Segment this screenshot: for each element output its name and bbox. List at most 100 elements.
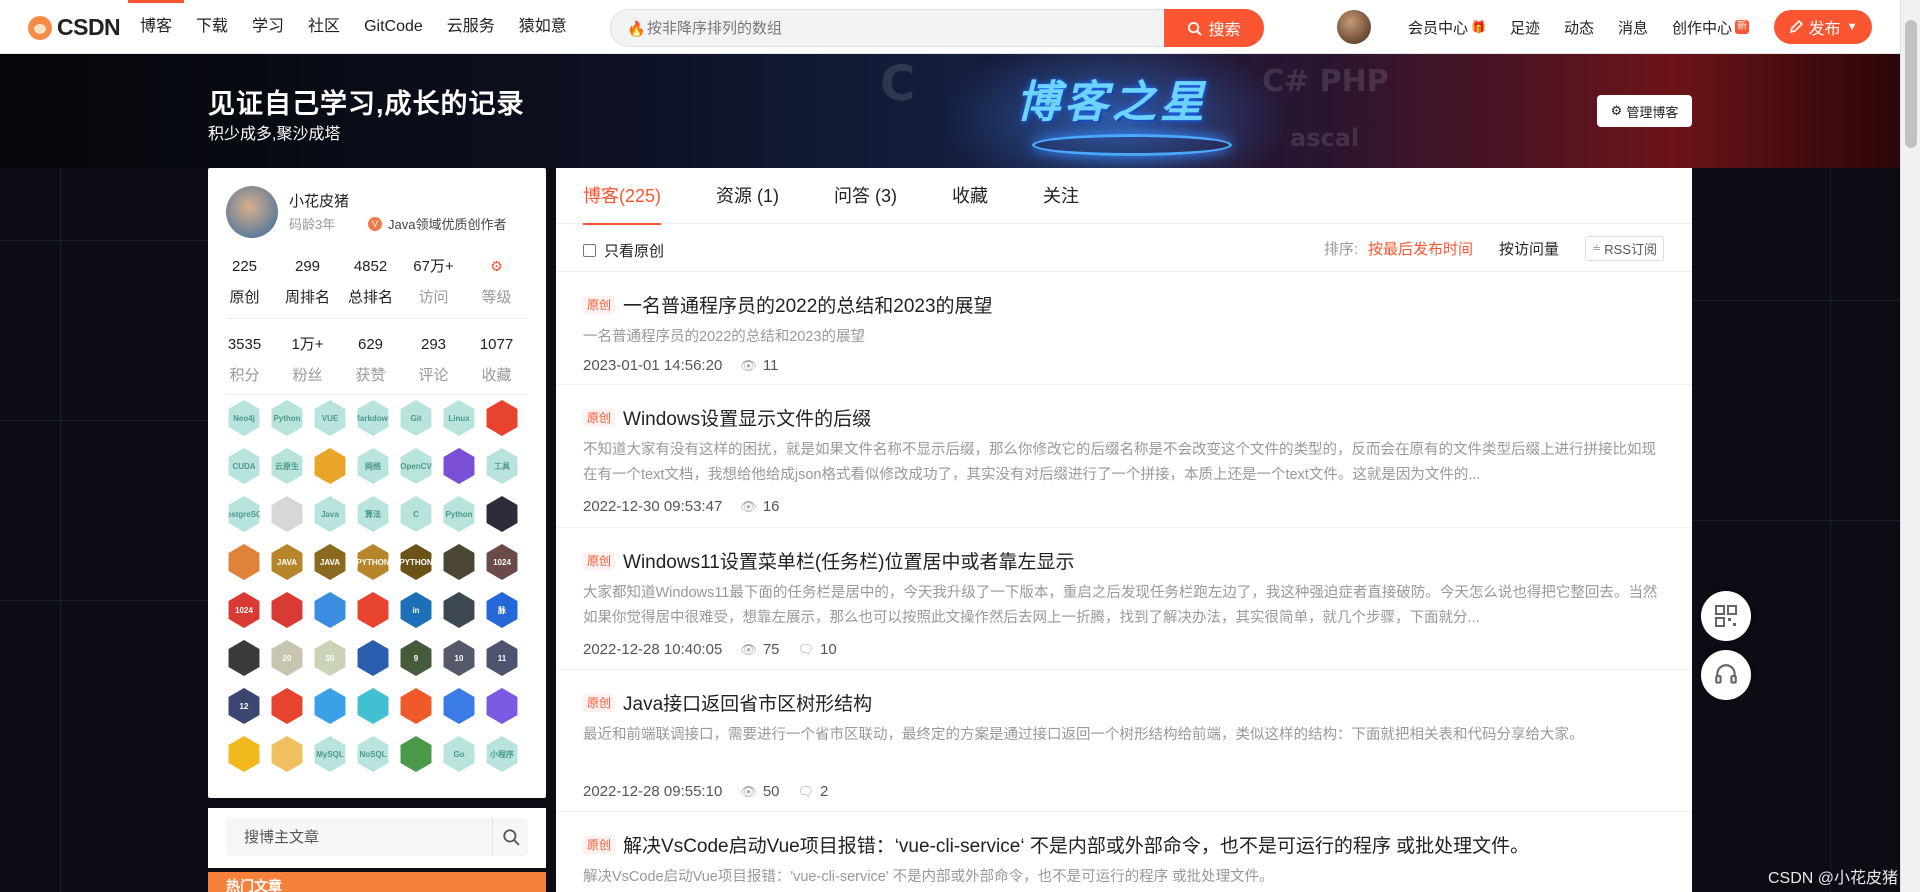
activity-link[interactable]: 动态: [1564, 17, 1594, 38]
blogger-search-button[interactable]: [492, 818, 528, 856]
manage-blog-button[interactable]: ⚙ 管理博客: [1597, 95, 1692, 127]
achievement-badge-icon[interactable]: [486, 496, 518, 532]
profile-avatar[interactable]: [226, 186, 278, 238]
article-title[interactable]: Java接口返回省市区树形结构: [623, 689, 872, 716]
article-title[interactable]: 一名普通程序员的2022的总结和2023的展望: [623, 291, 993, 318]
article-title[interactable]: Windows设置显示文件的后缀: [623, 404, 871, 431]
achievement-badge-icon[interactable]: [443, 544, 475, 580]
sort-by-views[interactable]: 按访问量: [1499, 238, 1559, 259]
achievement-badge-icon[interactable]: [443, 448, 475, 484]
achievement-badge-icon[interactable]: PostgreSQL: [228, 496, 260, 532]
stat-fans[interactable]: 1万+ 粉丝: [276, 334, 339, 385]
achievement-badge-icon[interactable]: 12: [228, 688, 260, 724]
achievement-badge-icon[interactable]: OpenCV: [400, 448, 432, 484]
achievement-badge-icon[interactable]: [271, 592, 303, 628]
achievement-badge-icon[interactable]: CUDA: [228, 448, 260, 484]
achievement-badge-icon[interactable]: 20: [271, 640, 303, 676]
achievement-badge-icon[interactable]: Git: [400, 400, 432, 436]
profile-name[interactable]: 小花皮猪: [289, 190, 349, 211]
nav-blog[interactable]: 博客: [128, 0, 185, 54]
achievement-badge-icon[interactable]: [271, 736, 303, 772]
achievement-badge-icon[interactable]: [228, 736, 260, 772]
achievement-badge-icon[interactable]: [486, 400, 518, 436]
achievement-badge-icon[interactable]: 脉: [486, 592, 518, 628]
article-item[interactable]: 原创 Windows11设置菜单栏(任务栏)位置居中或者靠左显示 大家都知道Win…: [556, 529, 1692, 670]
achievement-badge-icon[interactable]: NoSQL: [357, 736, 389, 772]
user-avatar[interactable]: [1337, 10, 1371, 44]
achievement-badge-icon[interactable]: C: [400, 496, 432, 532]
achievement-badge-icon[interactable]: [400, 736, 432, 772]
achievement-badge-icon[interactable]: 11: [486, 640, 518, 676]
nav-download[interactable]: 下载: [184, 0, 240, 54]
nav-gitcode[interactable]: GitCode: [352, 0, 435, 54]
only-original-filter[interactable]: 只看原创: [583, 240, 664, 261]
achievement-badge-icon[interactable]: [228, 640, 260, 676]
achievement-badge-icon[interactable]: VUE: [314, 400, 346, 436]
achievement-badge-icon[interactable]: [443, 688, 475, 724]
stat-level[interactable]: ⚙ 等级: [465, 256, 528, 307]
publish-button[interactable]: 发布 ▼: [1774, 10, 1872, 44]
page-scrollbar[interactable]: [1900, 0, 1920, 892]
qr-code-button[interactable]: [1701, 591, 1751, 641]
achievement-badge-icon[interactable]: [486, 688, 518, 724]
achievement-badge-icon[interactable]: Java: [314, 496, 346, 532]
achievement-badge-icon[interactable]: [314, 448, 346, 484]
article-item[interactable]: 原创 一名普通程序员的2022的总结和2023的展望 一名普通程序员的2022的总…: [556, 273, 1692, 385]
stat-week-rank[interactable]: 299 周排名: [276, 256, 339, 307]
achievement-badge-icon[interactable]: MySQL: [314, 736, 346, 772]
achievement-badge-icon[interactable]: [357, 640, 389, 676]
achievement-badge-icon[interactable]: [357, 592, 389, 628]
article-item[interactable]: 原创 解决VsCode启动Vue项目报错：‘vue-cli-service‘ 不是…: [556, 813, 1692, 892]
achievement-badge-icon[interactable]: Python: [271, 400, 303, 436]
tab-favorites[interactable]: 收藏: [952, 168, 988, 224]
article-item[interactable]: 原创 Java接口返回省市区树形结构 最近和前端联调接口，需要进行一个省市区联动，…: [556, 671, 1692, 812]
nav-yuanruyi[interactable]: 猿如意: [507, 0, 579, 54]
nav-community[interactable]: 社区: [296, 0, 352, 54]
nav-learn[interactable]: 学习: [240, 0, 296, 54]
article-title[interactable]: Windows11设置菜单栏(任务栏)位置居中或者靠左显示: [623, 547, 1074, 574]
tab-resources[interactable]: 资源 (1): [716, 168, 779, 224]
tab-qa[interactable]: 问答 (3): [834, 168, 897, 224]
achievement-badge-icon[interactable]: 10: [443, 640, 475, 676]
achievement-badge-icon[interactable]: [228, 544, 260, 580]
tab-blog[interactable]: 博客(225): [583, 168, 662, 225]
scrollbar-thumb[interactable]: [1905, 20, 1917, 148]
achievement-badge-icon[interactable]: Linux: [443, 400, 475, 436]
achievement-badge-icon[interactable]: 9: [400, 640, 432, 676]
member-center-link[interactable]: 会员中心 🎁: [1408, 17, 1486, 38]
stat-total-rank[interactable]: 4852 总排名: [339, 256, 402, 307]
achievement-badge-icon[interactable]: Markdown: [357, 400, 389, 436]
stat-original[interactable]: 225 原创: [213, 256, 276, 307]
achievement-badge-icon[interactable]: in: [400, 592, 432, 628]
csdn-logo[interactable]: CSDN: [28, 14, 121, 41]
rss-subscribe-button[interactable]: ≐ RSS订阅: [1585, 236, 1664, 261]
achievement-badge-icon[interactable]: PYTHON: [400, 544, 432, 580]
achievement-badge-icon[interactable]: [357, 688, 389, 724]
achievement-badge-icon[interactable]: [400, 688, 432, 724]
achievement-badge-icon[interactable]: [271, 688, 303, 724]
achievement-badge-icon[interactable]: 小程序: [486, 736, 518, 772]
nav-cloud[interactable]: 云服务: [435, 0, 507, 54]
messages-link[interactable]: 消息: [1618, 17, 1648, 38]
article-title[interactable]: 解决VsCode启动Vue项目报错：‘vue-cli-service‘ 不是内部…: [623, 831, 1529, 858]
achievement-badge-icon[interactable]: [314, 592, 346, 628]
achievement-badge-icon[interactable]: 算法: [357, 496, 389, 532]
search-button[interactable]: 搜索: [1164, 9, 1264, 47]
footprint-link[interactable]: 足迹: [1510, 17, 1540, 38]
only-original-checkbox[interactable]: [583, 244, 596, 257]
sort-by-date[interactable]: 按最后发布时间: [1368, 238, 1473, 259]
achievement-badge-icon[interactable]: 工具: [486, 448, 518, 484]
customer-service-button[interactable]: [1701, 650, 1751, 700]
achievement-badge-icon[interactable]: [443, 592, 475, 628]
achievement-badge-icon[interactable]: JAVA: [314, 544, 346, 580]
achievement-badge-icon[interactable]: [314, 688, 346, 724]
achievement-badge-icon[interactable]: PYTHON: [357, 544, 389, 580]
creator-center-link[interactable]: 创作中心新: [1672, 17, 1750, 38]
blogger-search-input[interactable]: [244, 818, 484, 856]
achievement-badge-icon[interactable]: 云原生: [271, 448, 303, 484]
tab-following[interactable]: 关注: [1043, 168, 1079, 224]
achievement-badge-icon[interactable]: Neo4j: [228, 400, 260, 436]
achievement-badge-icon[interactable]: 1024: [486, 544, 518, 580]
article-item[interactable]: 原创 Windows设置显示文件的后缀 不知道大家有没有这样的困扰，就是如果文件名…: [556, 386, 1692, 528]
achievement-badge-icon[interactable]: Go: [443, 736, 475, 772]
